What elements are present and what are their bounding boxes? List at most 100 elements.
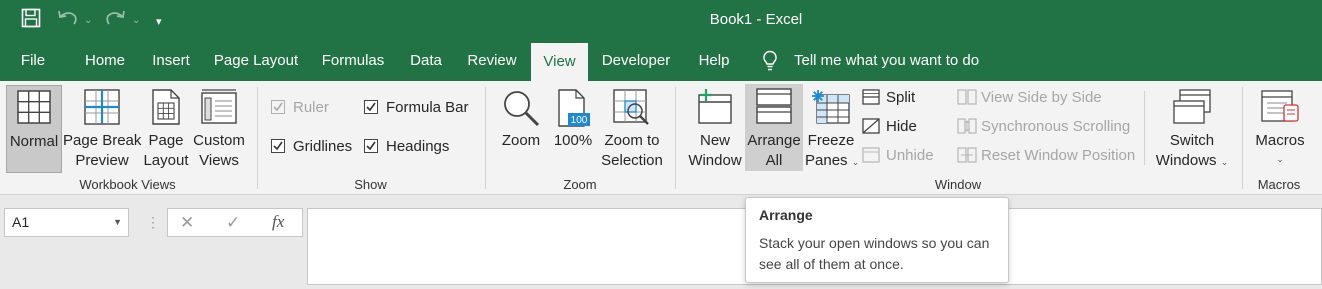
freeze-panes-icon [812, 90, 850, 124]
tab-home[interactable]: Home [74, 41, 136, 81]
cancel-icon[interactable]: ✕ [180, 213, 194, 233]
macros-icon [1261, 90, 1299, 122]
view-side-by-side-label: View Side by Side [981, 89, 1102, 106]
page-break-preview-label-1: Page Break [63, 132, 142, 149]
freeze-panes-label-2: Panes ⌄ [805, 151, 860, 172]
page-break-preview-label-2: Preview [75, 152, 129, 169]
group-divider [1242, 87, 1243, 189]
arrange-all-button[interactable]: Arrange All [745, 84, 803, 171]
page-layout-label-2: Layout [143, 152, 189, 169]
switch-windows-label-2: Windows ⌄ [1152, 151, 1232, 172]
freeze-panes-label-2-text: Panes [805, 152, 848, 169]
resize-grip-icon[interactable]: ⋮ [146, 212, 160, 232]
tab-insert[interactable]: Insert [141, 41, 201, 81]
page-layout-icon [152, 89, 180, 125]
new-window-button[interactable]: New Window [685, 85, 745, 173]
group-divider [675, 87, 676, 189]
hide-label: Hide [886, 118, 917, 135]
formula-buttons: ✕ ✓ fx [167, 208, 303, 237]
window-title: Book1 - Excel [709, 11, 803, 28]
chevron-down-icon: ⌄ [1276, 154, 1284, 164]
show-group-label: Show [354, 177, 387, 192]
freeze-panes-label-1: Freeze [807, 132, 855, 149]
chevron-down-icon[interactable]: ▼ [113, 209, 122, 236]
zoom-to-selection-label-2: Selection [601, 152, 663, 169]
unhide-label: Unhide [886, 147, 934, 164]
name-box-value: A1 [12, 214, 30, 230]
ruler-check-icon [271, 100, 285, 114]
switch-windows-label-2-text: Windows [1155, 152, 1217, 169]
macros-button[interactable]: Macros ⌄ [1250, 85, 1310, 173]
zoom-label: Zoom [501, 132, 541, 149]
lightbulb-icon [763, 50, 777, 71]
ribbon-tab-bar: File Home Insert Page Layout Formulas Da… [0, 41, 1322, 81]
zoom-100-icon: 100 [558, 89, 590, 127]
zoom-to-selection-button[interactable]: Zoom to Selection [599, 85, 665, 173]
arrange-all-label-2: All [765, 152, 783, 169]
custom-views-icon [201, 89, 237, 124]
headings-check-icon [364, 139, 378, 153]
switch-windows-label-1: Switch [1169, 132, 1215, 149]
new-window-label-1: New [699, 132, 730, 149]
gridlines-label: Gridlines [293, 138, 353, 155]
switch-windows-button[interactable]: Switch Windows ⌄ [1152, 85, 1232, 173]
arrange-tooltip: Arrange Stack your open windows so you c… [745, 197, 1009, 283]
split-label: Split [886, 89, 916, 106]
magnifier-icon [504, 91, 540, 127]
reset-position-icon [957, 147, 977, 163]
insert-function-icon[interactable]: fx [272, 212, 284, 232]
side-by-side-icon [957, 89, 977, 105]
tab-developer[interactable]: Developer [592, 41, 680, 81]
macros-group-label: Macros [1257, 177, 1301, 192]
tab-file[interactable]: File [10, 41, 56, 81]
normal-view-button[interactable]: Normal [6, 85, 62, 173]
zoom-to-selection-label-1: Zoom to [604, 132, 660, 149]
split-icon [862, 89, 880, 105]
page-break-preview-button[interactable]: Page Break Preview [63, 85, 141, 173]
arrange-all-icon [756, 88, 792, 124]
tab-view[interactable]: View [531, 43, 588, 81]
formula-bar-check-icon [364, 100, 378, 114]
window-inner-divider [1144, 91, 1145, 165]
ribbon: Normal Page Break Preview Page Layout Cu… [0, 81, 1322, 195]
unhide-icon [862, 147, 880, 163]
zoom-100-label: 100% [553, 132, 593, 149]
enter-icon[interactable]: ✓ [226, 213, 240, 233]
new-window-label-2: Window [688, 152, 742, 169]
gridlines-check-icon [271, 139, 285, 153]
tab-help[interactable]: Help [688, 41, 740, 81]
tab-data[interactable]: Data [400, 41, 452, 81]
group-divider [485, 87, 486, 189]
group-divider [257, 87, 258, 189]
tab-review[interactable]: Review [458, 41, 526, 81]
macros-label: Macros [1255, 132, 1305, 149]
normal-view-label: Normal [9, 133, 59, 150]
tooltip-title: Arrange [759, 207, 813, 223]
custom-views-label-2: Views [199, 152, 239, 169]
custom-views-label-1: Custom [193, 132, 245, 149]
normal-view-icon [17, 90, 51, 124]
hide-icon [862, 118, 880, 134]
page-layout-label-1: Page [148, 132, 184, 149]
name-box[interactable]: A1 ▼ [4, 208, 129, 237]
page-layout-view-button[interactable]: Page Layout [143, 85, 189, 173]
freeze-panes-button[interactable]: Freeze Panes ⌄ [805, 85, 860, 173]
chevron-down-icon: ⌄ [1220, 157, 1229, 167]
zoom-group-label: Zoom [563, 177, 597, 192]
headings-label: Headings [386, 138, 450, 155]
window-group-label: Window [934, 177, 982, 192]
custom-views-button[interactable]: Custom Views [191, 85, 247, 173]
chevron-down-icon: ⌄ [851, 157, 860, 167]
tab-formulas[interactable]: Formulas [312, 41, 394, 81]
title-bar: ⌄ ⌄ ▾ Book1 - Excel [0, 0, 1322, 41]
tell-me-text: Tell me what you want to do [794, 52, 980, 69]
sync-scroll-icon [957, 118, 977, 134]
tab-page-layout[interactable]: Page Layout [206, 41, 306, 81]
switch-windows-icon [1173, 89, 1211, 124]
zoom-selection-icon [613, 89, 649, 125]
zoom-button[interactable]: Zoom [496, 85, 546, 173]
page-break-preview-icon [84, 89, 120, 125]
zoom-100-button[interactable]: 100 100% [552, 85, 594, 173]
ruler-label: Ruler [293, 99, 329, 116]
zoom-100-icon-text: 100 [571, 115, 588, 126]
